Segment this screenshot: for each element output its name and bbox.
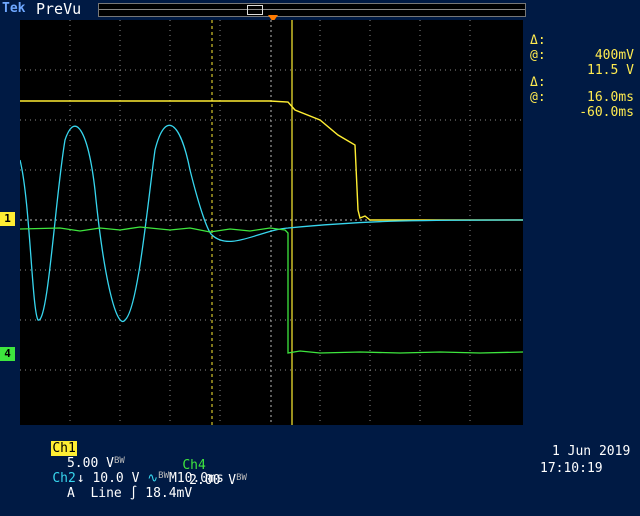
ch2-waveform xyxy=(19,124,524,323)
time-delta-value: 16.0ms xyxy=(587,90,634,105)
ch1-bw-mark: BW xyxy=(113,456,125,466)
ch4-scale-row: Ch4 2.00 VBW xyxy=(150,443,247,488)
record-line xyxy=(99,9,525,10)
trigger-source[interactable]: Line xyxy=(90,486,121,501)
record-length-indicator xyxy=(98,3,526,17)
brand-logo: Tek xyxy=(2,1,26,16)
cursor-readout-panel: Δ: 400mV @: 11.5 V Δ: 16.0ms @: -60.0ms xyxy=(528,18,640,120)
ch4-ground-marker[interactable]: 4 xyxy=(0,347,15,361)
time-at-value: -60.0ms xyxy=(579,105,634,120)
ch1-scale: 5.00 V xyxy=(66,456,114,471)
ch1-label[interactable]: Ch1 xyxy=(51,441,77,456)
ch1-ch2-scale-row: Ch1 5.00 VBW Ch2↓ 10.0 V ∿BWM10.0ms A Li… xyxy=(51,441,224,501)
ch4-scale: 2.00 V xyxy=(189,473,237,488)
trigger-mode: A xyxy=(66,486,75,501)
voltage-at-readout: @: 11.5 V xyxy=(528,33,640,78)
ch1-ground-marker[interactable]: 1 xyxy=(0,212,15,226)
acquisition-status: PreVu xyxy=(36,0,82,18)
top-bar: Tek PreVu xyxy=(0,0,640,22)
time-at-readout: @: -60.0ms xyxy=(528,75,640,120)
record-window-bracket xyxy=(247,5,263,15)
graticule-svg xyxy=(19,20,524,425)
graticule-center-axes xyxy=(20,20,523,425)
trigger-slope-icon: ∫ xyxy=(129,486,138,501)
ch4-bw-mark: BW xyxy=(236,473,247,483)
time-at-label: @: xyxy=(530,90,546,105)
time-stamp: 17:10:19 xyxy=(540,461,603,476)
ch4-label[interactable]: Ch4 xyxy=(181,458,206,473)
time-delta-readout: Δ: 16.0ms xyxy=(528,60,640,105)
date-stamp: 1 Jun 2019 xyxy=(552,444,631,459)
voltage-delta-readout: Δ: 400mV xyxy=(528,18,640,63)
waveform-display[interactable] xyxy=(19,20,524,425)
ch2-label[interactable]: Ch2 xyxy=(51,471,76,486)
ch2-scale: 10.0 V xyxy=(92,471,140,486)
